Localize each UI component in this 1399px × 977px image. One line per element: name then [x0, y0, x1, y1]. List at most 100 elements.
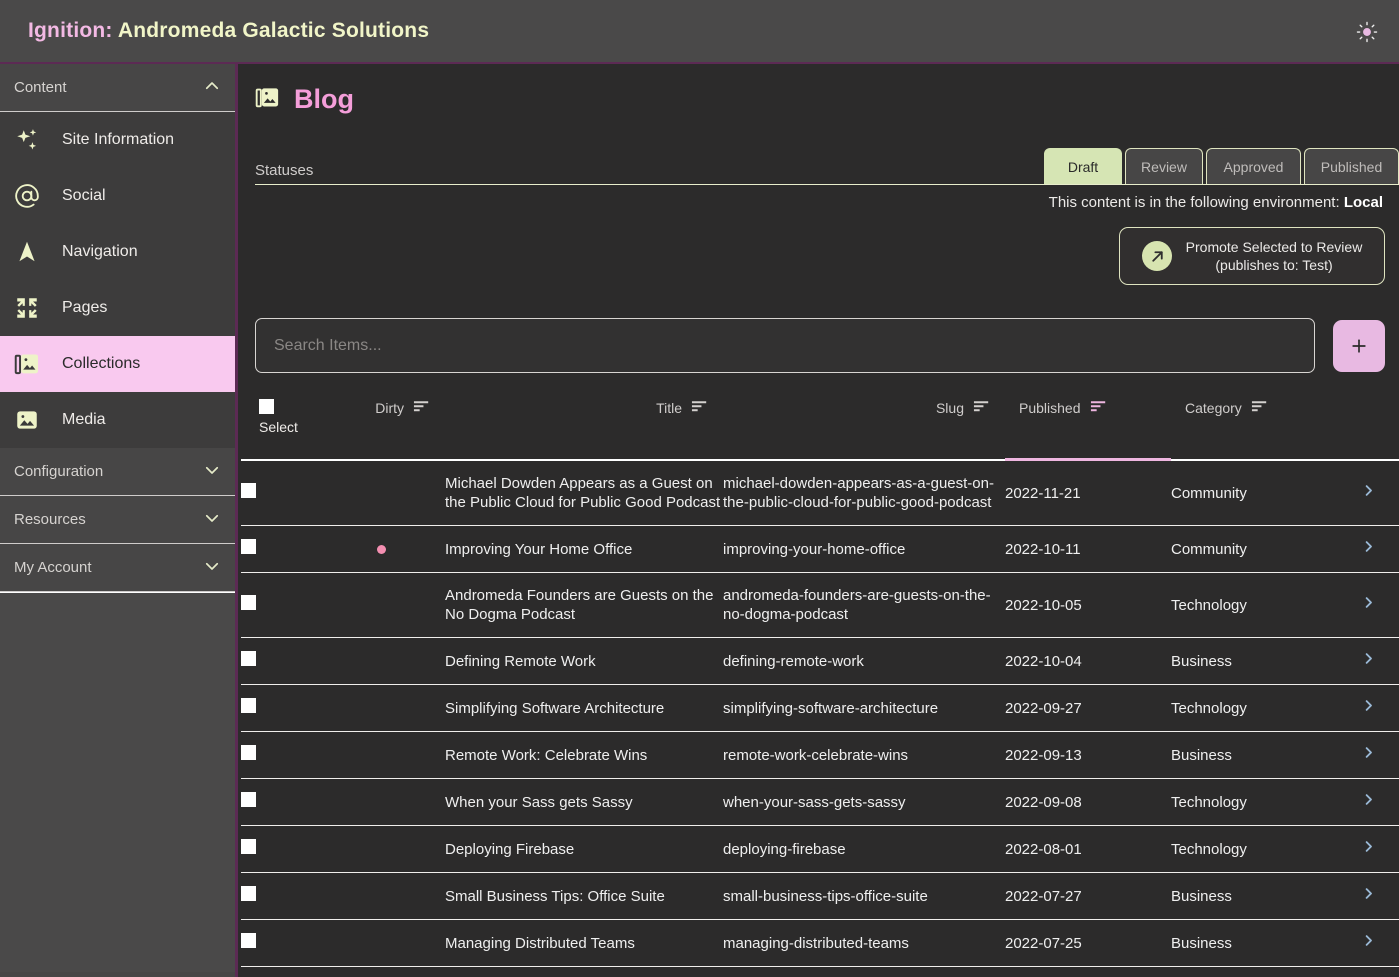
table-row[interactable]: Simplifying Software Architecture simplif… — [241, 684, 1399, 732]
tab-published[interactable]: Published — [1304, 148, 1399, 184]
sidebar-group-configuration[interactable]: Configuration — [0, 448, 235, 496]
row-checkbox[interactable] — [241, 595, 256, 610]
navigation-arrow-icon — [14, 239, 48, 265]
row-open-chevron-icon[interactable] — [1337, 461, 1399, 526]
row-open-chevron-icon[interactable] — [1337, 825, 1399, 873]
row-checkbox[interactable] — [241, 839, 256, 854]
row-published: 2022-11-21 — [1005, 461, 1171, 526]
sidebar-item-navigation[interactable]: Navigation — [0, 224, 235, 280]
collections-images-icon — [255, 85, 280, 115]
sidebar-group-resources[interactable]: Resources — [0, 496, 235, 544]
row-checkbox[interactable] — [241, 698, 256, 713]
row-open-chevron-icon[interactable] — [1337, 778, 1399, 826]
row-title: Andromeda Founders are Guests on the No … — [445, 572, 723, 638]
main-content: Blog Statuses Draft Review Approved Publ… — [241, 64, 1399, 977]
column-header-slug[interactable]: Slug — [723, 399, 1005, 461]
table-row[interactable]: Improving Your Home Office improving-your… — [241, 525, 1399, 573]
row-open-chevron-icon[interactable] — [1337, 637, 1399, 685]
sidebar-item-collections[interactable]: Collections — [0, 336, 235, 392]
row-checkbox[interactable] — [241, 483, 256, 498]
row-title: Managing Distributed Teams — [445, 919, 723, 967]
search-input[interactable] — [255, 318, 1315, 373]
row-published: 2022-09-27 — [1005, 684, 1171, 732]
sidebar-group-my-account[interactable]: My Account — [0, 544, 235, 592]
table-row[interactable]: Small Business Tips: Office Suite small-b… — [241, 872, 1399, 920]
row-title: Deploying Firebase — [445, 825, 723, 873]
row-dirty-cell — [317, 825, 445, 873]
table-row[interactable]: Andromeda Founders are Guests on the No … — [241, 572, 1399, 638]
row-open-chevron-icon[interactable] — [1337, 919, 1399, 967]
row-published: 2022-10-04 — [1005, 637, 1171, 685]
row-open-chevron-icon[interactable] — [1337, 731, 1399, 779]
sidebar-item-site-information[interactable]: Site Information — [0, 112, 235, 168]
promote-selected-to-review-button[interactable]: Promote Selected to Review (publishes to… — [1119, 227, 1385, 285]
tab-review[interactable]: Review — [1125, 148, 1203, 184]
tab-draft[interactable]: Draft — [1044, 148, 1122, 184]
row-checkbox[interactable] — [241, 933, 256, 948]
row-open-chevron-icon[interactable] — [1337, 872, 1399, 920]
column-label-title: Title — [656, 399, 682, 416]
table-row[interactable]: Remote Work: Celebrate Wins remote-work-c… — [241, 731, 1399, 779]
tab-approved[interactable]: Approved — [1206, 148, 1301, 184]
row-title: Simplifying Software Architecture — [445, 684, 723, 732]
row-select-cell — [241, 919, 317, 967]
table-body: Michael Dowden Appears as a Guest on the… — [241, 461, 1399, 977]
select-all-checkbox[interactable] — [259, 399, 274, 414]
sort-icon-active[interactable] — [1090, 399, 1109, 416]
table-row[interactable]: Defining Remote Work defining-remote-work… — [241, 637, 1399, 685]
environment-value: Local — [1343, 194, 1383, 211]
row-checkbox[interactable] — [241, 745, 256, 760]
row-category: Community — [1171, 525, 1337, 573]
row-dirty-cell — [317, 461, 445, 526]
sidebar-item-media[interactable]: Media — [0, 392, 235, 448]
row-slug: defining-remote-work — [723, 637, 1005, 685]
row-published: 2022-07-25 — [1005, 919, 1171, 967]
search-row — [255, 318, 1385, 373]
table-row[interactable]: Michael Dowden Appears as a Guest on the… — [241, 461, 1399, 526]
sidebar-item-social[interactable]: Social — [0, 168, 235, 224]
column-header-published[interactable]: Published — [1005, 399, 1171, 461]
column-header-category[interactable]: Category — [1171, 399, 1399, 461]
promote-row: Promote Selected to Review (publishes to… — [241, 227, 1385, 285]
row-open-chevron-icon[interactable] — [1337, 684, 1399, 732]
row-category: Technology — [1171, 572, 1337, 638]
sidebar-item-pages[interactable]: Pages — [0, 280, 235, 336]
sun-icon[interactable] — [1351, 16, 1383, 48]
page-title: Blog — [294, 84, 354, 114]
row-select-cell — [241, 825, 317, 873]
row-open-chevron-icon[interactable] — [1337, 966, 1399, 977]
sort-icon[interactable] — [973, 399, 992, 416]
row-slug: deploying-firebase — [723, 825, 1005, 873]
row-select-cell — [241, 778, 317, 826]
add-item-button[interactable] — [1333, 319, 1385, 372]
row-checkbox[interactable] — [241, 539, 256, 554]
row-open-chevron-icon[interactable] — [1337, 572, 1399, 638]
row-checkbox[interactable] — [241, 886, 256, 901]
table-row[interactable]: Deploying Firebase deploying-firebase 2022… — [241, 825, 1399, 873]
column-label-slug: Slug — [935, 399, 964, 416]
column-header-dirty[interactable]: Dirty — [317, 399, 445, 461]
table-row[interactable]: Managing Distributed Teams managing-distr… — [241, 919, 1399, 967]
row-dirty-cell — [317, 525, 445, 573]
row-dirty-cell — [317, 684, 445, 732]
row-select-cell — [241, 684, 317, 732]
row-select-cell — [241, 966, 317, 977]
sidebar-item-label: Navigation — [62, 243, 138, 260]
table-row[interactable]: When your Sass gets Sassy when-your-sass-… — [241, 778, 1399, 826]
column-header-select: Select — [241, 399, 317, 461]
sidebar-group-content[interactable]: Content — [0, 64, 235, 112]
row-slug: managing-distributed-teams — [723, 919, 1005, 967]
sort-icon[interactable] — [1251, 399, 1270, 416]
sort-icon[interactable] — [691, 399, 710, 416]
environment-text: This content is in the following environ… — [1048, 194, 1340, 211]
row-checkbox[interactable] — [241, 792, 256, 807]
sort-icon[interactable] — [413, 399, 432, 416]
row-slug: small-business-tips-office-suite — [723, 872, 1005, 920]
row-open-chevron-icon[interactable] — [1337, 525, 1399, 573]
row-checkbox[interactable] — [241, 651, 256, 666]
row-category: Business — [1171, 919, 1337, 967]
column-header-title[interactable]: Title — [445, 399, 723, 461]
promote-line-1: Promote Selected to Review — [1185, 239, 1363, 255]
status-tabs: Draft Review Approved Published — [1044, 148, 1399, 184]
table-row[interactable]: Simple Subscribe Formsimple-subscribe-fo… — [241, 966, 1399, 977]
